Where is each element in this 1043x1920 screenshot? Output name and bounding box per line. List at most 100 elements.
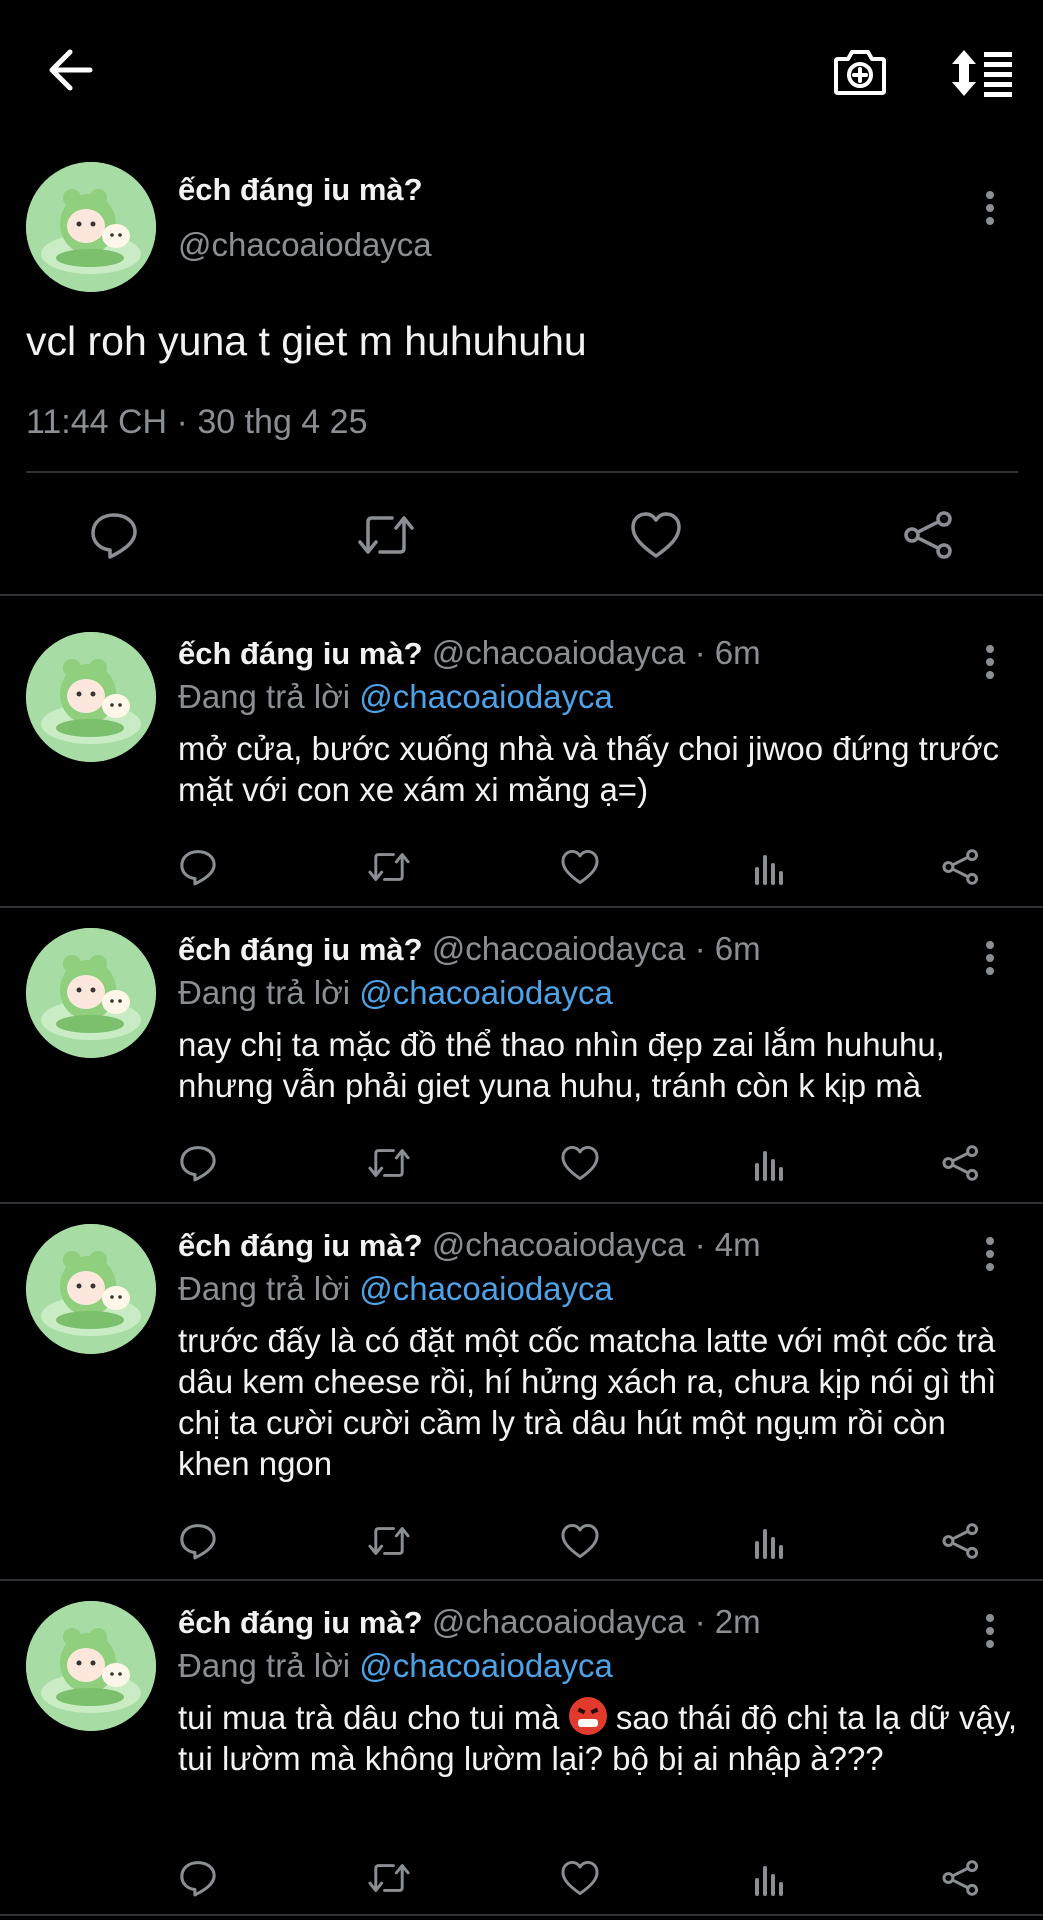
more-options-button[interactable] (980, 642, 1000, 682)
reply-icon (180, 1861, 216, 1897)
like-icon (561, 1145, 599, 1181)
tweet-text: trước đấy là có đặt một cốc matcha latte… (178, 1322, 997, 1482)
like-button[interactable] (555, 1138, 605, 1188)
reply-button[interactable] (173, 842, 223, 892)
tweet-actions (150, 1516, 1030, 1566)
like-button[interactable] (555, 1853, 605, 1903)
avatar[interactable] (26, 1601, 156, 1731)
mention-link[interactable]: @chacoaiodayca (359, 1270, 613, 1307)
share-button[interactable] (936, 1516, 986, 1566)
display-name[interactable]: ếch đáng iu mà? (178, 172, 423, 208)
user-handle[interactable]: @chacoaiodayca (432, 1226, 686, 1263)
like-button[interactable] (555, 1516, 605, 1566)
divider (0, 1914, 1043, 1916)
camera-button[interactable] (828, 40, 892, 104)
reply-button[interactable] (173, 1138, 223, 1188)
sort-list-icon (952, 50, 1012, 97)
tweet-text: tui mua trà dâu cho tui mà sao thái độ c… (178, 1697, 1018, 1779)
reply-header: ếch đáng iu mà? @chacoaiodayca · 2m (178, 1603, 761, 1641)
more-dot (986, 191, 994, 199)
more-options-button[interactable] (980, 1234, 1000, 1274)
share-icon (942, 1145, 979, 1181)
views-button[interactable] (745, 1516, 795, 1566)
like-icon (561, 1523, 599, 1559)
views-button[interactable] (745, 1138, 795, 1188)
frog-cat-avatar-icon (26, 928, 156, 1058)
avatar[interactable] (26, 1224, 156, 1354)
reply-button[interactable] (79, 500, 149, 570)
bar-chart-icon (755, 855, 783, 885)
replying-to: Đang trả lời @chacoaiodayca (178, 678, 613, 716)
replying-to: Đang trả lời @chacoaiodayca (178, 1270, 613, 1308)
display-name[interactable]: ếch đáng iu mà? (178, 636, 423, 671)
retweet-button[interactable] (364, 1853, 414, 1903)
retweet-button[interactable] (351, 500, 421, 570)
like-button[interactable] (621, 500, 691, 570)
display-name[interactable]: ếch đáng iu mà? (178, 932, 423, 967)
more-dot (986, 645, 994, 653)
back-button[interactable] (40, 40, 100, 100)
bar-chart-icon (755, 1151, 783, 1181)
replying-to-label: Đang trả lời (178, 678, 351, 715)
tweet-thread-screen: ếch đáng iu mà? @chacoaiodayca vcl roh y… (0, 0, 1043, 1920)
more-dot (986, 967, 994, 975)
retweet-button[interactable] (364, 1138, 414, 1188)
retweet-icon (368, 1527, 410, 1555)
mention-link[interactable]: @chacoaiodayca (359, 1647, 613, 1684)
share-button[interactable] (936, 842, 986, 892)
reply-button[interactable] (173, 1853, 223, 1903)
display-name[interactable]: ếch đáng iu mà? (178, 1228, 423, 1263)
avatar[interactable] (26, 632, 156, 762)
separator-dot: · (694, 634, 706, 671)
user-handle[interactable]: @chacoaiodayca (178, 226, 432, 264)
reply-header: ếch đáng iu mà? @chacoaiodayca · 6m (178, 930, 761, 968)
tweet-actions (150, 1853, 1030, 1903)
more-options-button[interactable] (980, 188, 1000, 228)
like-icon (631, 512, 681, 558)
reply-header: ếch đáng iu mà? @chacoaiodayca · 6m (178, 634, 761, 672)
share-button[interactable] (936, 1853, 986, 1903)
views-button[interactable] (745, 842, 795, 892)
user-handle[interactable]: @chacoaiodayca (432, 1603, 686, 1640)
user-handle[interactable]: @chacoaiodayca (432, 930, 686, 967)
share-icon (942, 1860, 979, 1896)
like-button[interactable] (555, 842, 605, 892)
relative-time: 4m (714, 1226, 761, 1263)
bar-chart-icon (755, 1866, 783, 1896)
display-name[interactable]: ếch đáng iu mà? (178, 1605, 423, 1640)
reply-button[interactable] (173, 1516, 223, 1566)
relative-time: 2m (714, 1603, 761, 1640)
replying-to-label: Đang trả lời (178, 1270, 351, 1307)
more-options-button[interactable] (980, 1611, 1000, 1651)
sort-button[interactable] (946, 38, 1016, 108)
more-dot (986, 1263, 994, 1271)
more-dot (986, 1614, 994, 1622)
tweet-timestamp[interactable]: 11:44 CH · 30 thg 4 25 (26, 403, 367, 442)
avatar[interactable] (26, 928, 156, 1058)
reply-icon (180, 850, 216, 886)
tweet-text: mở cửa, bước xuống nhà và thấy choi jiwo… (178, 730, 999, 808)
more-dot (986, 1640, 994, 1648)
retweet-button[interactable] (364, 1516, 414, 1566)
relative-time: 6m (714, 634, 761, 671)
avatar[interactable] (26, 162, 156, 292)
top-bar (0, 0, 1043, 140)
views-button[interactable] (745, 1853, 795, 1903)
retweet-button[interactable] (364, 842, 414, 892)
mention-link[interactable]: @chacoaiodayca (359, 678, 613, 715)
more-dot (986, 954, 994, 962)
replying-to: Đang trả lời @chacoaiodayca (178, 974, 613, 1012)
mention-link[interactable]: @chacoaiodayca (359, 974, 613, 1011)
share-button[interactable] (894, 500, 964, 570)
more-dot (986, 204, 994, 212)
angry-cursing-face-emoji (568, 1697, 607, 1735)
tweet-text: vcl roh yuna t giet m huhuhuhu (26, 318, 587, 364)
share-button[interactable] (936, 1138, 986, 1188)
like-icon (561, 1860, 599, 1896)
tweet-text: nay chị ta mặc đồ thể thao nhìn đẹp zai … (178, 1026, 945, 1104)
user-handle[interactable]: @chacoaiodayca (432, 634, 686, 671)
tweet-actions (150, 842, 1030, 892)
more-options-button[interactable] (980, 938, 1000, 978)
reply-icon (180, 1524, 216, 1560)
more-dot (986, 658, 994, 666)
